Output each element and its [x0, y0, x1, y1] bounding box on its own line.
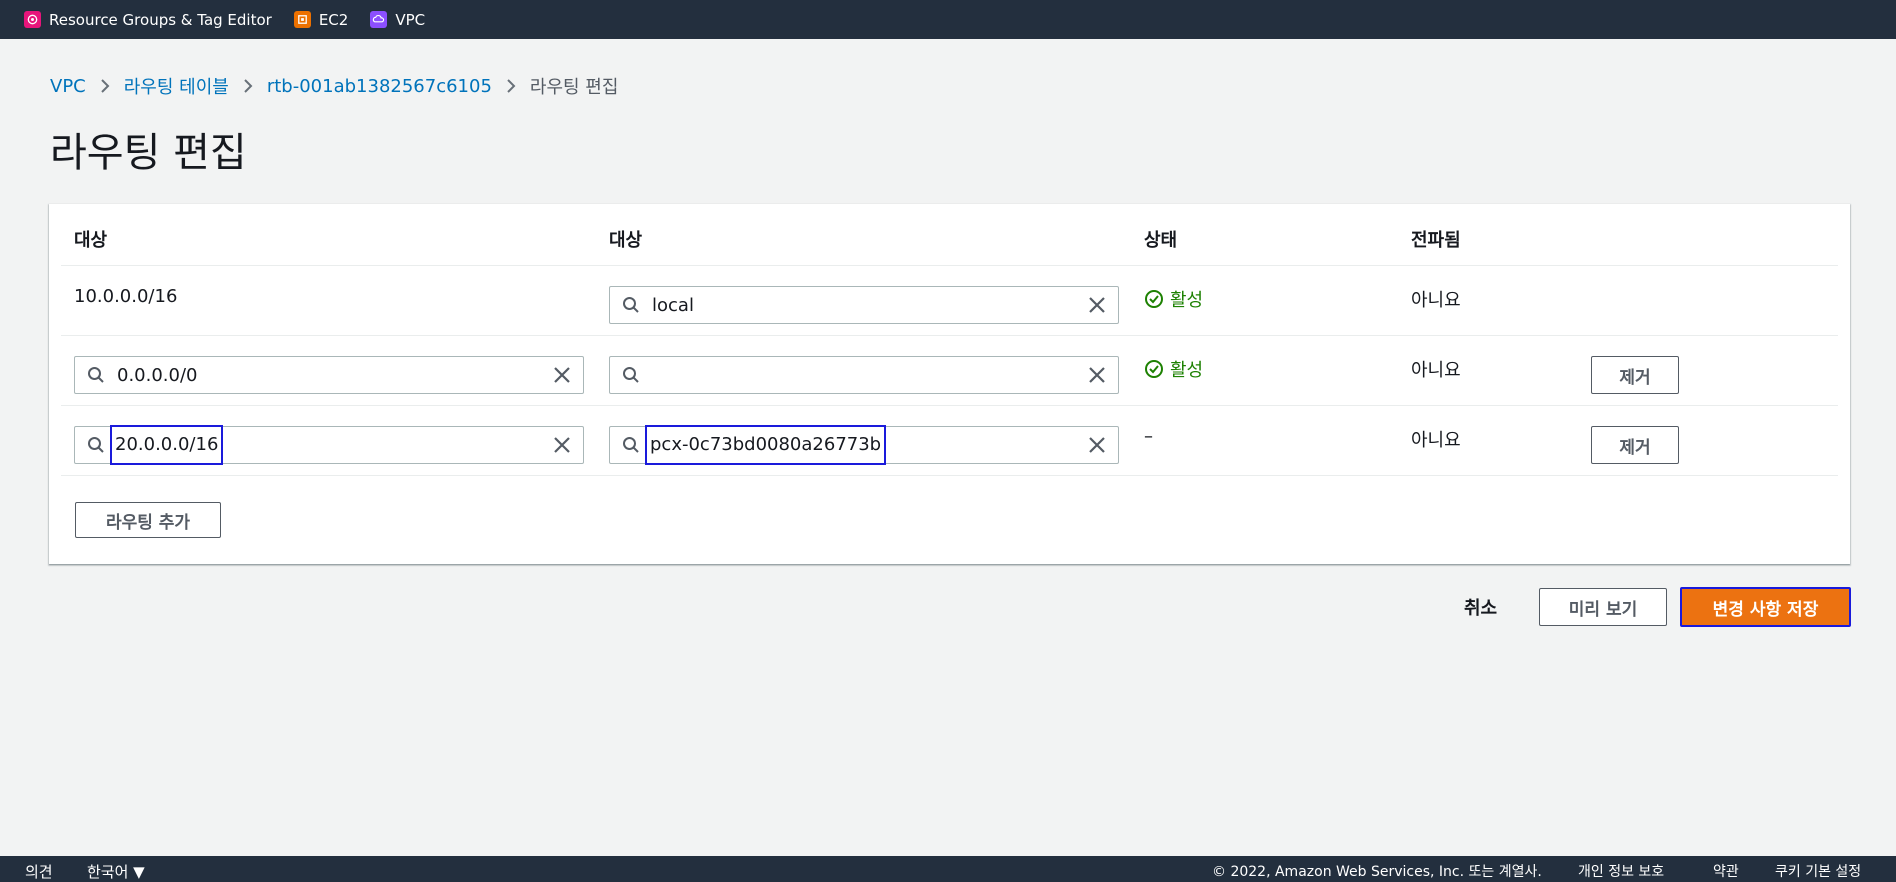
target-value: local	[652, 295, 694, 316]
cookie-preferences-link[interactable]: 쿠키 기본 설정	[1775, 861, 1861, 881]
check-circle-icon	[1145, 290, 1163, 308]
destination-value: 20.0.0.0/16	[109, 425, 224, 465]
favorite-vpc[interactable]: VPC	[370, 11, 425, 29]
status-text: –	[1144, 426, 1153, 447]
close-icon[interactable]	[1088, 436, 1106, 454]
remove-button[interactable]: 제거	[1591, 426, 1679, 464]
status-badge: 활성	[1144, 356, 1203, 382]
remove-button[interactable]: 제거	[1591, 356, 1679, 394]
close-icon[interactable]	[553, 366, 571, 384]
close-icon[interactable]	[553, 436, 571, 454]
ec2-icon	[293, 11, 311, 28]
terms-link[interactable]: 약관	[1713, 861, 1739, 881]
feedback-link[interactable]: 의견	[25, 861, 53, 882]
language-selector[interactable]: 한국어 ▼	[87, 861, 145, 882]
breadcrumb-current: 라우팅 편집	[529, 77, 619, 98]
status-badge: 활성	[1144, 286, 1203, 312]
resource-groups-icon	[24, 11, 41, 28]
breadcrumb-route-tables[interactable]: 라우팅 테이블	[124, 73, 229, 99]
propagated-text: 아니요	[1411, 430, 1461, 451]
close-icon[interactable]	[1088, 366, 1106, 384]
target-value: pcx-0c73bd0080a26773b	[644, 425, 887, 465]
chevron-right-icon	[100, 78, 110, 94]
add-route-button[interactable]: 라우팅 추가	[75, 502, 221, 538]
search-icon	[623, 367, 639, 383]
breadcrumb-vpc[interactable]: VPC	[50, 76, 86, 97]
table-row: 10.0.0.0/16 local 활성 아니요	[61, 266, 1838, 336]
target-input[interactable]	[609, 356, 1119, 394]
destination-input[interactable]: 0.0.0.0/0	[74, 356, 584, 394]
status-text: 활성	[1170, 360, 1204, 381]
breadcrumb: VPC 라우팅 테이블 rtb-001ab1382567c6105 라우팅 편집	[50, 73, 618, 99]
table-row: 0.0.0.0/0 활성 아니요 제거	[61, 336, 1838, 406]
routes-panel: 대상 대상 상태 전파됨 10.0.0.0/16 local 활성 아니요 0.…	[49, 204, 1850, 564]
breadcrumb-route-table-id[interactable]: rtb-001ab1382567c6105	[267, 76, 492, 97]
check-circle-icon	[1145, 360, 1163, 378]
header-target: 대상	[609, 230, 643, 251]
destination-input[interactable]: 20.0.0.0/16	[74, 425, 584, 465]
page-title: 라우팅 편집	[50, 130, 247, 176]
preview-button[interactable]: 미리 보기	[1539, 588, 1667, 626]
header-propagated: 전파됨	[1411, 230, 1461, 251]
destination-text: 10.0.0.0/16	[74, 286, 178, 307]
table-header: 대상 대상 상태 전파됨	[61, 204, 1838, 266]
search-icon	[623, 297, 639, 313]
privacy-link[interactable]: 개인 정보 보호	[1578, 861, 1664, 881]
chevron-right-icon	[506, 78, 516, 94]
copyright-text: © 2022, Amazon Web Services, Inc. 또는 계열사…	[1212, 864, 1542, 880]
search-icon	[88, 437, 104, 453]
cancel-button[interactable]: 취소	[1464, 594, 1497, 620]
close-icon[interactable]	[1088, 296, 1106, 314]
header-destination: 대상	[74, 230, 108, 251]
target-input[interactable]: pcx-0c73bd0080a26773b	[609, 425, 1119, 465]
footer: 의견 한국어 ▼ © 2022, Amazon Web Services, In…	[0, 856, 1896, 882]
chevron-right-icon	[243, 78, 253, 94]
search-icon	[88, 367, 104, 383]
target-input[interactable]: local	[609, 286, 1119, 324]
favorite-label: Resource Groups & Tag Editor	[49, 10, 272, 29]
vpc-icon	[370, 11, 388, 28]
table-row: 20.0.0.0/16 pcx-0c73bd0080a26773b – 아니요 …	[61, 406, 1838, 476]
destination-value: 0.0.0.0/0	[117, 365, 198, 386]
favorite-label: VPC	[395, 10, 426, 29]
favorite-ec2[interactable]: EC2	[293, 10, 349, 29]
propagated-text: 아니요	[1411, 290, 1461, 311]
search-icon	[623, 437, 639, 453]
save-changes-button[interactable]: 변경 사항 저장	[1680, 587, 1851, 627]
propagated-text: 아니요	[1411, 360, 1461, 381]
favorite-label: EC2	[318, 10, 349, 29]
status-text: 활성	[1170, 290, 1204, 311]
header-status: 상태	[1144, 230, 1178, 251]
favorite-resource-groups[interactable]: Resource Groups & Tag Editor	[24, 11, 272, 29]
top-navigation-bar: Resource Groups & Tag Editor EC2 VPC	[0, 0, 1896, 39]
